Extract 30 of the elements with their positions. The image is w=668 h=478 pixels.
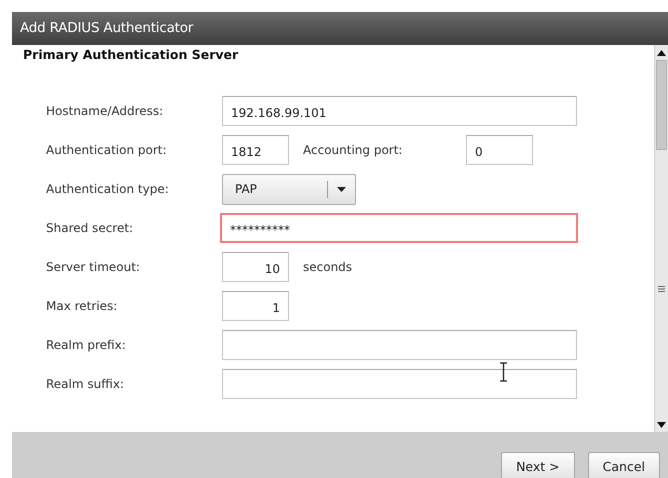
input-field[interactable]: ********** <box>220 213 578 244</box>
caret-icon <box>337 186 346 192</box>
input-field[interactable]: 1812 <box>222 135 289 166</box>
field-label: Hostname/Address: <box>46 103 164 120</box>
input-field[interactable] <box>222 369 577 400</box>
grip-icon <box>658 286 665 292</box>
field-label: Authentication type: <box>46 181 170 198</box>
window-title: Add RADIUS Authenticator <box>20 19 194 38</box>
up-arrow-icon <box>657 50 666 56</box>
input-field[interactable]: 1 <box>222 291 289 322</box>
unit-label: seconds <box>303 259 352 276</box>
section-title: Primary Authentication Server <box>23 46 238 64</box>
dropdown[interactable]: PAP <box>222 174 356 205</box>
down-arrow-icon <box>657 422 666 428</box>
field-label: Realm suffix: <box>46 376 125 394</box>
input-field[interactable]: 0 <box>466 135 533 166</box>
scrollbar[interactable] <box>654 45 668 432</box>
text-cursor-icon <box>499 362 508 382</box>
field-label: Accounting port: <box>303 142 404 160</box>
field-label: Realm prefix: <box>46 337 127 354</box>
input-field[interactable]: 192.168.99.101 <box>222 96 577 126</box>
cancel-button[interactable]: Cancel <box>588 452 660 478</box>
field-label: Max retries: <box>46 298 118 316</box>
field-label: Server timeout: <box>46 259 141 276</box>
field-label: Shared secret: <box>46 220 134 238</box>
input-field[interactable] <box>222 330 577 360</box>
input-field[interactable]: 10 <box>222 252 289 282</box>
scroll-thumb[interactable] <box>656 60 667 150</box>
field-label: Authentication port: <box>46 142 168 160</box>
next-button[interactable]: Next > <box>501 452 575 478</box>
